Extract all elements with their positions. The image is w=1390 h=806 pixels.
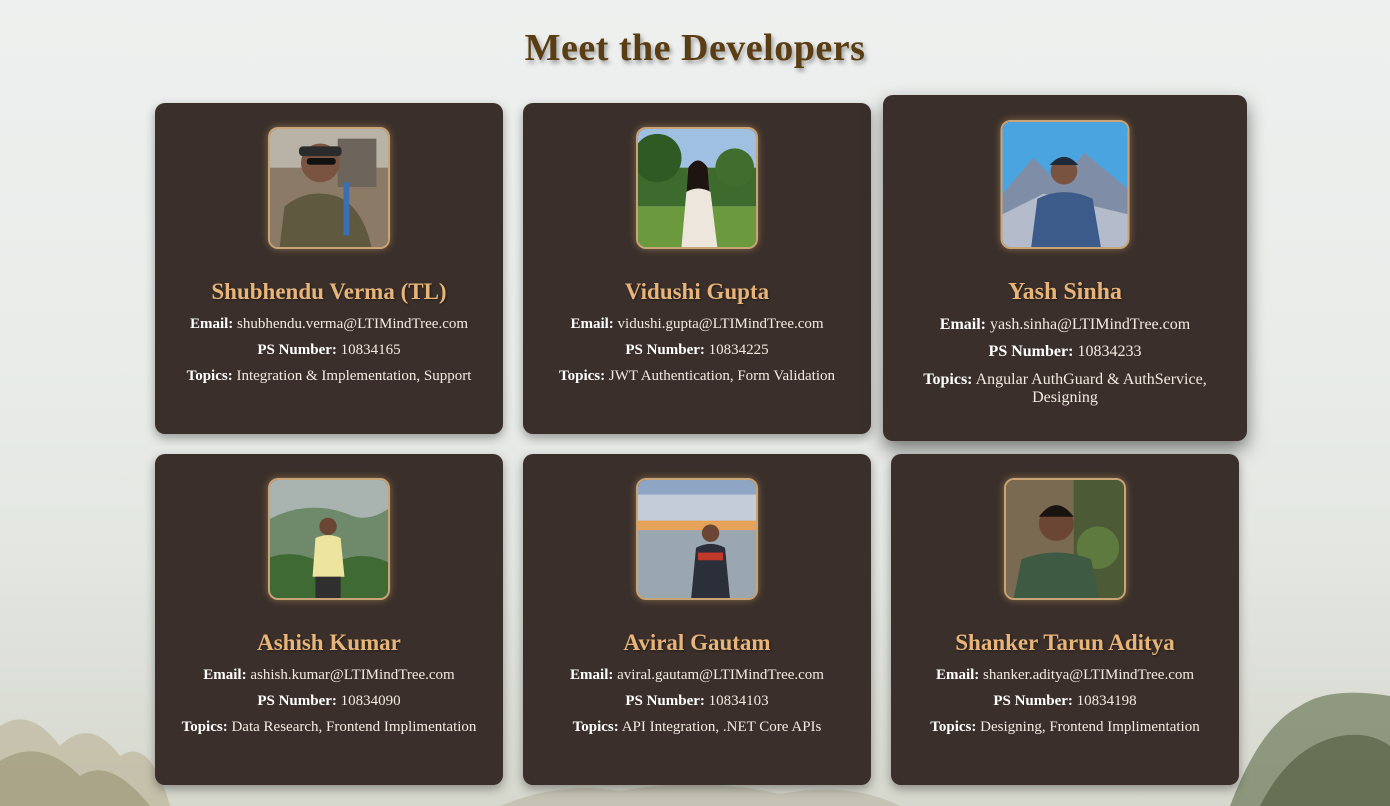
developer-name: Shanker Tarun Aditya xyxy=(955,630,1175,655)
topics-label: Topics: xyxy=(572,719,619,735)
page-title: Meet the Developers xyxy=(524,27,866,69)
ps-number-value: 10834198 xyxy=(1076,693,1137,709)
developer-card: Shubhendu Verma (TL) Email: shubhendu.ve… xyxy=(155,103,503,434)
email-label: Email: xyxy=(189,316,234,332)
developer-name: Aviral Gautam xyxy=(623,630,771,655)
developer-topics: Topics: Angular AuthGuard & AuthService,… xyxy=(903,371,1227,407)
topics-value: Integration & Implementation, Support xyxy=(236,368,472,384)
developer-email: Email: yash.sinha@LTIMindTree.com xyxy=(903,316,1227,334)
topics-value: Data Research, Frontend Implimentation xyxy=(231,719,477,735)
developer-ps-number: PS Number: 10834090 xyxy=(175,692,483,710)
developer-ps-number: PS Number: 10834198 xyxy=(911,692,1219,710)
developer-photo xyxy=(268,127,390,249)
developer-card: Yash Sinha Email: yash.sinha@LTIMindTree… xyxy=(883,95,1247,441)
ps-number-value: 10834225 xyxy=(708,342,769,358)
developer-name: Ashish Kumar xyxy=(257,630,401,655)
topics-value: Designing, Frontend Implimentation xyxy=(980,719,1200,735)
email-value: yash.sinha@LTIMindTree.com xyxy=(990,316,1191,333)
topics-label: Topics: xyxy=(559,368,606,384)
email-value: vidushi.gupta@LTIMindTree.com xyxy=(617,316,824,332)
developer-name: Vidushi Gupta xyxy=(624,279,770,304)
email-label: Email: xyxy=(939,316,986,333)
developer-name: Yash Sinha xyxy=(1007,279,1123,305)
email-label: Email: xyxy=(570,667,614,683)
developer-photo xyxy=(268,478,390,600)
developer-card: Vidushi Gupta Email: vidushi.gupta@LTIMi… xyxy=(523,103,871,434)
developer-photo xyxy=(636,127,758,249)
topics-value: Angular AuthGuard & AuthService, Designi… xyxy=(975,371,1207,406)
topics-label: Topics: xyxy=(186,368,233,384)
topics-label: Topics: xyxy=(923,371,973,388)
email-value: ashish.kumar@LTIMindTree.com xyxy=(250,667,455,683)
ps-number-value: 10834103 xyxy=(708,693,769,709)
developer-card: Ashish Kumar Email: ashish.kumar@LTIMind… xyxy=(155,454,503,785)
ps-number-value: 10834165 xyxy=(340,342,401,358)
developer-topics: Topics: JWT Authentication, Form Validat… xyxy=(543,367,851,385)
developer-ps-number: PS Number: 10834225 xyxy=(543,341,851,359)
ps-number-label: PS Number: xyxy=(257,342,337,358)
developer-photo xyxy=(1000,120,1130,249)
email-label: Email: xyxy=(570,316,614,332)
ps-number-label: PS Number: xyxy=(625,693,705,709)
email-label: Email: xyxy=(203,667,247,683)
ps-number-label: PS Number: xyxy=(257,693,337,709)
email-value: aviral.gautam@LTIMindTree.com xyxy=(617,667,824,683)
email-value: shanker.aditya@LTIMindTree.com xyxy=(983,667,1195,683)
developer-ps-number: PS Number: 10834165 xyxy=(175,341,483,359)
developer-topics: Topics: Integration & Implementation, Su… xyxy=(175,367,483,385)
email-value: shubhendu.verma@LTIMindTree.com xyxy=(237,316,469,332)
developer-card: Shanker Tarun Aditya Email: shanker.adit… xyxy=(891,454,1239,785)
ps-number-value: 10834233 xyxy=(1077,343,1142,360)
developer-email: Email: aviral.gautam@LTIMindTree.com xyxy=(543,666,851,684)
ps-number-label: PS Number: xyxy=(625,342,705,358)
developer-card: Aviral Gautam Email: aviral.gautam@LTIMi… xyxy=(523,454,871,785)
ps-number-label: PS Number: xyxy=(993,693,1073,709)
developer-topics: Topics: Data Research, Frontend Implimen… xyxy=(175,718,483,736)
topics-value: API Integration, .NET Core APIs xyxy=(621,719,822,735)
developer-email: Email: vidushi.gupta@LTIMindTree.com xyxy=(543,315,851,333)
topics-label: Topics: xyxy=(930,719,977,735)
developer-name: Shubhendu Verma (TL) xyxy=(211,279,447,304)
developer-email: Email: shanker.aditya@LTIMindTree.com xyxy=(911,666,1219,684)
ps-number-value: 10834090 xyxy=(340,693,401,709)
developer-photo xyxy=(636,478,758,600)
topics-label: Topics: xyxy=(181,719,228,735)
developer-ps-number: PS Number: 10834233 xyxy=(903,343,1227,361)
developer-topics: Topics: Designing, Frontend Implimentati… xyxy=(911,718,1219,736)
topics-value: JWT Authentication, Form Validation xyxy=(608,368,835,384)
ps-number-label: PS Number: xyxy=(988,343,1074,360)
developer-photo xyxy=(1004,478,1126,600)
developer-email: Email: ashish.kumar@LTIMindTree.com xyxy=(175,666,483,684)
email-label: Email: xyxy=(935,667,980,683)
developer-email: Email: shubhendu.verma@LTIMindTree.com xyxy=(175,315,483,333)
developer-ps-number: PS Number: 10834103 xyxy=(543,692,851,710)
developer-topics: Topics: API Integration, .NET Core APIs xyxy=(543,718,851,736)
